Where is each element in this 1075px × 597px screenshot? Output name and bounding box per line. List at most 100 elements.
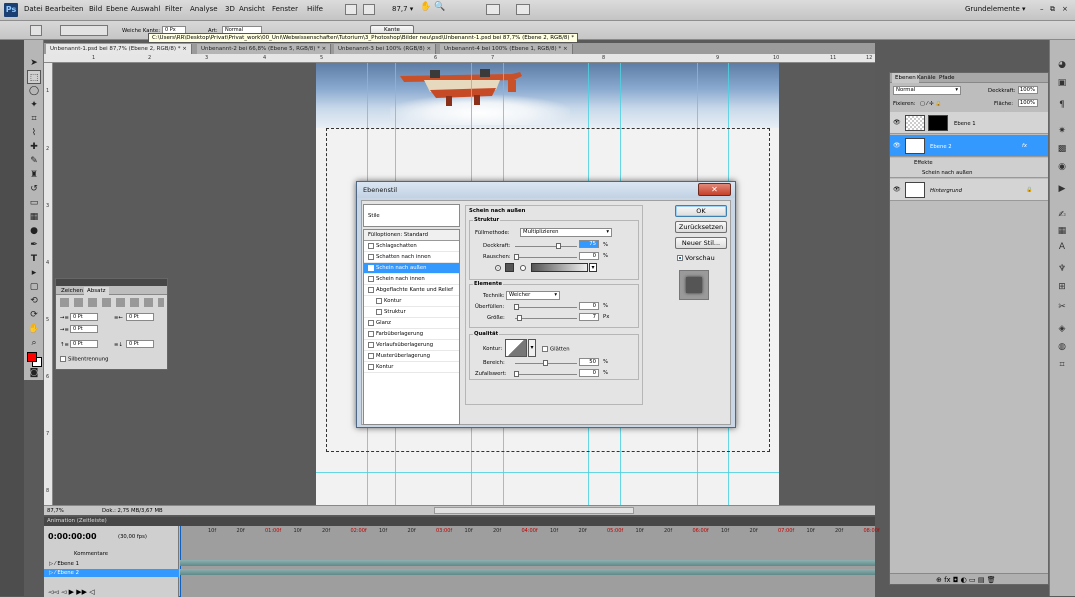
track-ebene-1[interactable]: [180, 560, 875, 566]
ruler-top[interactable]: [44, 54, 875, 63]
blend-mode-select[interactable]: Multiplizieren ▾: [520, 228, 612, 237]
tab-pfade[interactable]: Pfade: [936, 73, 958, 83]
adjustments-panel-icon[interactable]: ✷: [1055, 124, 1069, 138]
layer-fill-input[interactable]: 100%: [1018, 99, 1038, 107]
spread-slider-thumb[interactable]: [514, 304, 519, 310]
zoom-tool-icon[interactable]: 🔍: [434, 2, 445, 12]
animation-panel-icon[interactable]: ▶: [1055, 182, 1069, 196]
guide-horizontal[interactable]: [316, 472, 779, 473]
eye-icon[interactable]: 👁: [893, 187, 901, 193]
style-checkbox[interactable]: [368, 363, 374, 370]
style-item[interactable]: Schein nach innen: [364, 274, 459, 285]
clone-source-icon[interactable]: ▦: [1055, 224, 1069, 238]
menu-datei[interactable]: Datei: [24, 5, 43, 13]
opacity-input[interactable]: 75: [579, 240, 599, 248]
layer-row-ebene-2[interactable]: 👁 Ebene 2 fx: [890, 135, 1048, 157]
reset-button[interactable]: Zurücksetzen: [675, 221, 727, 233]
lasso-tool-icon[interactable]: ◯: [27, 84, 41, 98]
menu-auswahl[interactable]: Auswahl: [131, 5, 160, 13]
style-checkbox[interactable]: [368, 341, 374, 348]
eye-icon[interactable]: 👁: [893, 143, 901, 149]
style-item[interactable]: Fülloptionen: Standard: [364, 230, 459, 241]
style-item[interactable]: Farbüberlagerung: [364, 329, 459, 340]
gradient-dropdown-icon[interactable]: ▾: [589, 263, 597, 272]
3d-orbit-icon[interactable]: ⟳: [27, 308, 41, 322]
menu-ansicht[interactable]: Ansicht: [239, 5, 265, 13]
style-item[interactable]: Kontur: [364, 296, 459, 307]
jitter-input[interactable]: 0: [579, 369, 599, 377]
marquee-tool-icon[interactable]: ⬚: [27, 70, 41, 84]
anim-layer-ebene-1[interactable]: ▷ ⁄ Ebene 1: [44, 560, 179, 568]
healing-brush-icon[interactable]: ✚: [27, 140, 41, 154]
menu-hilfe[interactable]: Hilfe: [307, 5, 323, 13]
style-item[interactable]: Musterüberlagerung: [364, 351, 459, 362]
range-input[interactable]: 50: [579, 358, 599, 366]
gradient-tool-icon[interactable]: ▦: [27, 210, 41, 224]
style-item[interactable]: Schatten nach innen: [364, 252, 459, 263]
shape-tool-icon[interactable]: ▢: [27, 280, 41, 294]
style-checkbox[interactable]: [376, 297, 382, 304]
path-selection-icon[interactable]: ▸: [27, 266, 41, 280]
indent-right-input[interactable]: 0 Pt: [126, 313, 154, 321]
noise-slider-track[interactable]: [515, 257, 577, 258]
window-close-button[interactable]: ×: [1062, 5, 1068, 13]
3d-rotate-icon[interactable]: ⟲: [27, 294, 41, 308]
style-checkbox[interactable]: [368, 330, 374, 337]
contour-dropdown-icon[interactable]: ▾: [528, 339, 536, 357]
color-panel-icon[interactable]: ◕: [1055, 58, 1069, 72]
style-checkbox[interactable]: [368, 242, 374, 249]
style-item[interactable]: Schlagschatten: [364, 241, 459, 252]
tool-presets-icon[interactable]: ♆: [1055, 262, 1069, 276]
lock-icons[interactable]: ▢ ⁄ ✢ 🔒: [920, 101, 942, 107]
character-panel-icon[interactable]: A: [1055, 240, 1069, 254]
magic-wand-icon[interactable]: ✦: [27, 98, 41, 112]
menu-ebene[interactable]: Ebene: [106, 5, 128, 13]
masks-panel-icon[interactable]: ▩: [1055, 142, 1069, 156]
current-time[interactable]: 0:00:00:00: [48, 532, 97, 541]
history-panel-icon[interactable]: ⊞: [1055, 280, 1069, 294]
selection-mode-icons[interactable]: [60, 25, 108, 36]
layer-row-hintergrund[interactable]: 👁 Hintergrund 🔒: [890, 179, 1048, 201]
info-panel-icon[interactable]: ◉: [1055, 160, 1069, 174]
size-input[interactable]: 7: [579, 313, 599, 321]
brush-panel-icon[interactable]: ✍: [1055, 208, 1069, 222]
tab-zeichen[interactable]: Zeichen: [58, 287, 86, 295]
hand-tool-icon[interactable]: ✋: [420, 2, 431, 12]
style-item[interactable]: Abgeflachte Kante und Relief: [364, 285, 459, 296]
menu-fenster[interactable]: Fenster: [272, 5, 298, 13]
menu-3d[interactable]: 3D: [225, 5, 235, 13]
ruler-left[interactable]: [44, 63, 53, 505]
horizontal-scrollbar[interactable]: [434, 507, 634, 514]
layers-panel-icon[interactable]: ◈: [1055, 322, 1069, 336]
tab-unbenannt-1[interactable]: Unbenannt-1.psd bei 87,7% (Ebene 2, RGB/…: [46, 44, 192, 54]
brush-tool-icon[interactable]: ✎: [27, 154, 41, 168]
size-slider-track[interactable]: [515, 318, 577, 319]
smooth-checkbox[interactable]: Glätten: [542, 346, 570, 353]
swatches-panel-icon[interactable]: ▣: [1055, 76, 1069, 90]
space-after-input[interactable]: 0 Pt: [126, 340, 154, 348]
history-brush-icon[interactable]: ↺: [27, 182, 41, 196]
eraser-tool-icon[interactable]: ▭: [27, 196, 41, 210]
bridge-icon[interactable]: [345, 4, 357, 15]
noise-slider-thumb[interactable]: [514, 254, 519, 260]
new-style-button[interactable]: Neuer Stil...: [675, 237, 727, 249]
style-checkbox[interactable]: [368, 319, 374, 326]
opacity-slider-thumb[interactable]: [556, 243, 561, 249]
window-minimize-button[interactable]: –: [1040, 5, 1044, 13]
layer-opacity-input[interactable]: 100%: [1018, 86, 1038, 94]
dialog-close-button[interactable]: ✕: [698, 183, 731, 196]
timeline-area[interactable]: 10f 20f 01:00f 10f 20f 02:00f 10f 20f 03:00f 10f 2…: [180, 526, 880, 597]
status-zoom[interactable]: 87,7%: [47, 508, 64, 514]
ok-button[interactable]: OK: [675, 205, 727, 217]
menu-filter[interactable]: Filter: [165, 5, 182, 13]
preview-checkbox[interactable]: Vorschau: [677, 254, 715, 262]
alignment-buttons[interactable]: [60, 298, 164, 307]
anim-layer-ebene-2[interactable]: ▷ ⁄ Ebene 2: [44, 569, 179, 577]
style-checkbox[interactable]: [368, 352, 374, 359]
blend-mode-dropdown[interactable]: Normal ▾: [893, 86, 961, 95]
style-item[interactable]: Kontur: [364, 362, 459, 373]
screen-mode-icon[interactable]: [363, 4, 375, 15]
style-checkbox[interactable]: [376, 308, 382, 315]
glow-gradient-picker[interactable]: [531, 263, 588, 272]
noise-input[interactable]: 0: [579, 252, 599, 260]
